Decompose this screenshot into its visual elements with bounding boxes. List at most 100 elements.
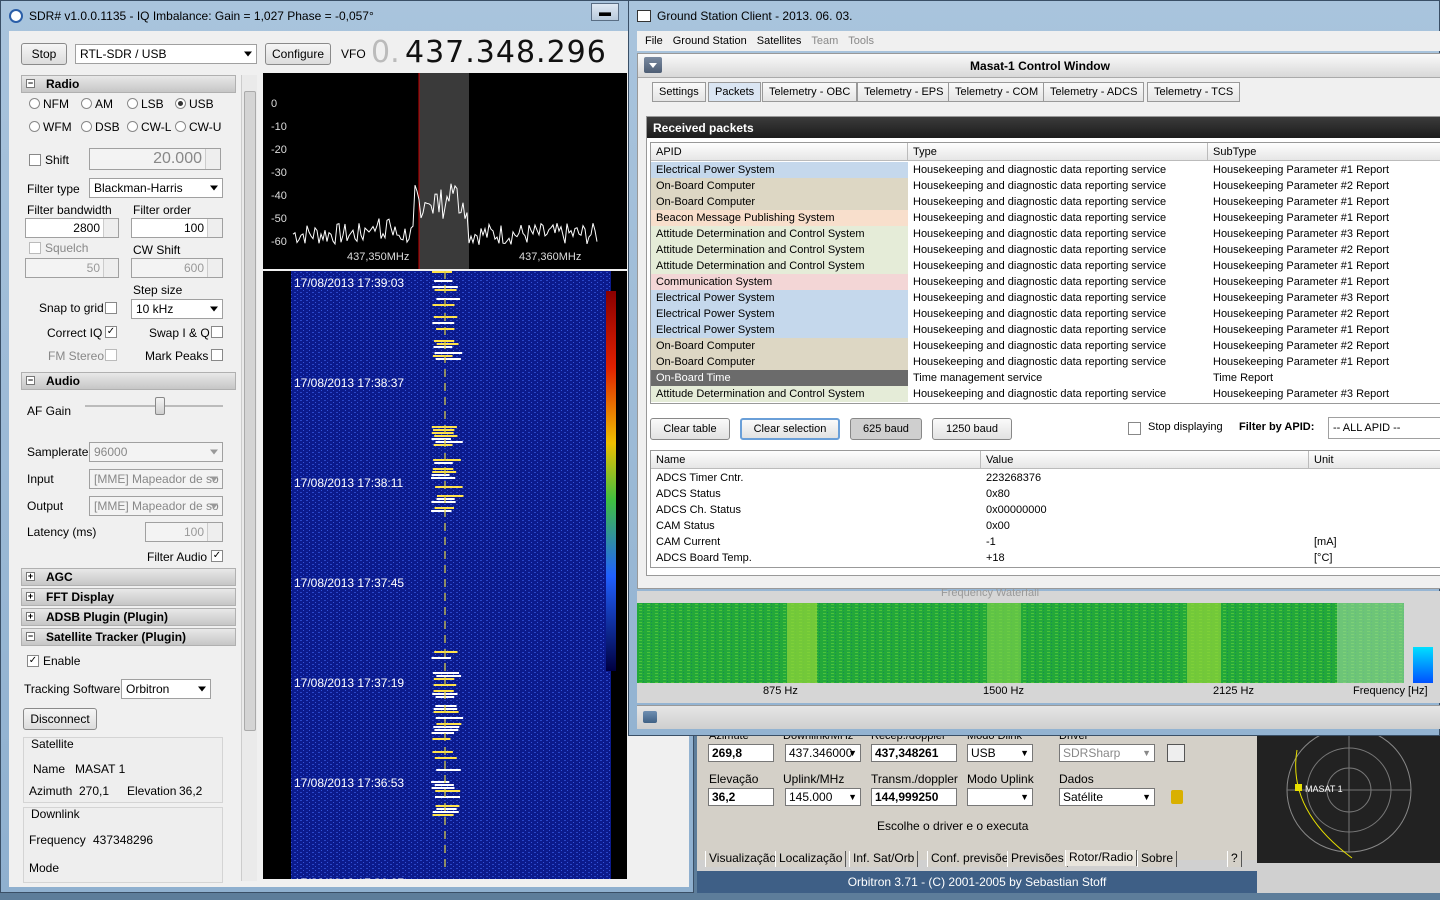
mode-radio-cw-u[interactable] xyxy=(175,121,186,132)
transm-field[interactable]: 144,999250 xyxy=(871,788,957,806)
tab-packets[interactable]: Packets xyxy=(708,82,762,102)
tab-telemetry-obc[interactable]: Telemetry - OBC xyxy=(762,82,858,102)
step-size-select[interactable]: 10 kHz xyxy=(131,299,223,319)
fft-section-header[interactable]: + FFT Display xyxy=(21,588,236,606)
driver-select[interactable]: SDRSharp ▼ xyxy=(1059,744,1155,762)
mark-peaks-checkbox[interactable] xyxy=(211,349,223,361)
table-row[interactable]: ADCS Status 0x80 xyxy=(651,486,1440,502)
table-row[interactable]: Electrical Power System Housekeeping and … xyxy=(651,306,1440,322)
recep-field[interactable]: 437,348261 xyxy=(871,744,957,762)
tab-settings[interactable]: Settings xyxy=(652,82,706,102)
table-row[interactable]: ADCS Board Temp. +18 [°C] xyxy=(651,550,1440,566)
tab-telemetry-adcs[interactable]: Telemetry - ADCS xyxy=(1043,82,1145,102)
mode-radio-cw-l[interactable] xyxy=(127,121,138,132)
orbitron-tab-5[interactable]: Rotor/Radio xyxy=(1065,850,1138,866)
table-row[interactable]: CAM Status 0x00 xyxy=(651,518,1440,534)
latency-input[interactable]: 100 xyxy=(145,522,223,542)
stop-displaying-checkbox[interactable] xyxy=(1128,422,1141,435)
clear-selection-button[interactable]: Clear selection xyxy=(740,418,840,440)
table-row[interactable]: ADCS Ch. Status 0x00000000 xyxy=(651,502,1440,518)
left-panel-scrollbar[interactable] xyxy=(241,75,257,881)
scrollbar-thumb[interactable] xyxy=(244,91,256,731)
dados-select[interactable]: Satélite ▼ xyxy=(1059,788,1155,806)
baud-625-button[interactable]: 625 baud xyxy=(850,418,922,440)
correct-iq-checkbox[interactable]: ✓ xyxy=(105,326,117,338)
snap-checkbox[interactable] xyxy=(105,302,117,314)
mode-radio-usb[interactable] xyxy=(175,98,186,109)
col-unit[interactable]: Unit xyxy=(1309,451,1440,469)
table-row[interactable]: On-Board Computer Housekeeping and diagno… xyxy=(651,194,1440,210)
packets-table[interactable]: APID Type SubType Electrical Power Syste… xyxy=(650,142,1440,404)
adsb-section-header[interactable]: + ADSB Plugin (Plugin) xyxy=(21,608,236,626)
agc-section-header[interactable]: + AGC xyxy=(21,568,236,586)
orbitron-tab-0[interactable]: Visualização xyxy=(705,851,781,867)
cw-shift-input[interactable]: 600 xyxy=(131,258,223,278)
swap-iq-checkbox[interactable] xyxy=(211,326,223,338)
mode-radio-wfm[interactable] xyxy=(29,121,40,132)
radar-view[interactable]: MASAT 1 xyxy=(1257,727,1440,863)
col-value[interactable]: Value xyxy=(981,451,1309,469)
waterfall[interactable]: 17/08/2013 17:39:03 17/08/2013 17:38:37 17… xyxy=(263,271,627,879)
shift-checkbox[interactable] xyxy=(29,154,41,166)
mode-radio-lsb[interactable] xyxy=(127,98,138,109)
modo-uplink-select[interactable]: ▼ xyxy=(967,788,1033,806)
output-select[interactable]: [MME] Mapeador de so xyxy=(89,496,223,516)
table-row[interactable]: Communication System Housekeeping and dia… xyxy=(651,274,1440,290)
table-row[interactable]: Electrical Power System Housekeeping and … xyxy=(651,162,1440,178)
table-row[interactable]: Attitude Determination and Control Syste… xyxy=(651,386,1440,402)
table-row[interactable]: Beacon Message Publishing System Housekee… xyxy=(651,210,1440,226)
orbitron-tab-1[interactable]: Localização xyxy=(775,851,847,867)
menu-ground-station[interactable]: Ground Station xyxy=(673,35,747,47)
table-row[interactable]: Attitude Determination and Control Syste… xyxy=(651,226,1440,242)
filter-type-select[interactable]: Blackman-Harris xyxy=(89,178,223,198)
stop-button[interactable]: Stop xyxy=(21,43,67,65)
table-row[interactable]: Attitude Determination and Control Syste… xyxy=(651,242,1440,258)
col-subtype[interactable]: SubType xyxy=(1208,143,1440,161)
mode-radio-nfm[interactable] xyxy=(29,98,40,109)
table-row[interactable]: On-Board Time Time management service Time… xyxy=(651,370,1440,386)
filter-audio-checkbox[interactable]: ✓ xyxy=(211,550,223,562)
squelch-checkbox[interactable] xyxy=(29,242,41,254)
table-row[interactable]: Electrical Power System Housekeeping and … xyxy=(651,290,1440,306)
downlink-select[interactable]: 437.346000 ▼ xyxy=(785,744,861,762)
fft-spectrum[interactable]: 0 -10 -20 -30 -40 -50 -60 437,350MHz 437,360MH… xyxy=(263,73,627,269)
fm-stereo-checkbox[interactable] xyxy=(105,349,117,361)
connection-icon[interactable] xyxy=(643,711,657,723)
device-select[interactable]: RTL-SDR / USB xyxy=(75,44,257,64)
menu-file[interactable]: File xyxy=(645,35,663,47)
configure-button[interactable]: Configure xyxy=(265,43,331,65)
squelch-input[interactable]: 50 xyxy=(25,258,119,278)
table-row[interactable]: On-Board Computer Housekeeping and diagno… xyxy=(651,354,1440,370)
azimute-field[interactable]: 269,8 xyxy=(708,744,774,762)
audio-section-header[interactable]: − Audio xyxy=(21,372,236,390)
disconnect-button[interactable]: Disconnect xyxy=(23,708,97,730)
elevacao-field[interactable]: 36,2 xyxy=(708,788,774,806)
col-apid[interactable]: APID xyxy=(651,143,908,161)
filter-bandwidth-input[interactable]: 2800 xyxy=(25,218,119,238)
menu-satellites[interactable]: Satellites xyxy=(757,35,802,47)
audio-waterfall[interactable] xyxy=(637,603,1404,683)
mode-radio-dsb[interactable] xyxy=(81,121,92,132)
driver-settings-icon[interactable] xyxy=(1167,744,1185,762)
values-table[interactable]: Name Value Unit ADCS Timer Cntr. 22326837… xyxy=(650,450,1440,568)
enable-checkbox[interactable]: ✓ xyxy=(27,655,39,667)
table-row[interactable]: On-Board Computer Housekeeping and diagno… xyxy=(651,338,1440,354)
vfo-frequency[interactable]: 437.348.296 xyxy=(405,35,607,70)
clear-table-button[interactable]: Clear table xyxy=(650,418,730,440)
tab-telemetry-tcs[interactable]: Telemetry - TCS xyxy=(1147,82,1241,102)
filter-apid-select[interactable]: -- ALL APID -- xyxy=(1328,417,1440,439)
modo-dlink-select[interactable]: USB ▼ xyxy=(967,744,1033,762)
uplink-select[interactable]: 145.000 ▼ xyxy=(785,788,861,806)
help-tab[interactable]: ? xyxy=(1227,851,1242,867)
table-row[interactable]: CAM Current -1 [mA] xyxy=(651,534,1440,550)
table-row[interactable]: Electrical Power System Housekeeping and … xyxy=(651,322,1440,338)
orbitron-tab-4[interactable]: Previsões xyxy=(1007,851,1068,867)
tracking-software-select[interactable]: Orbitron xyxy=(121,679,211,699)
col-type[interactable]: Type xyxy=(908,143,1208,161)
baud-1250-button[interactable]: 1250 baud xyxy=(932,418,1012,440)
lock-icon[interactable] xyxy=(1171,790,1183,804)
input-select[interactable]: [MME] Mapeador de so xyxy=(89,469,223,489)
table-row[interactable]: ADCS Timer Cntr. 223268376 xyxy=(651,470,1440,486)
shift-input[interactable]: 20.000 xyxy=(89,148,221,170)
tab-telemetry-eps[interactable]: Telemetry - EPS xyxy=(857,82,951,102)
